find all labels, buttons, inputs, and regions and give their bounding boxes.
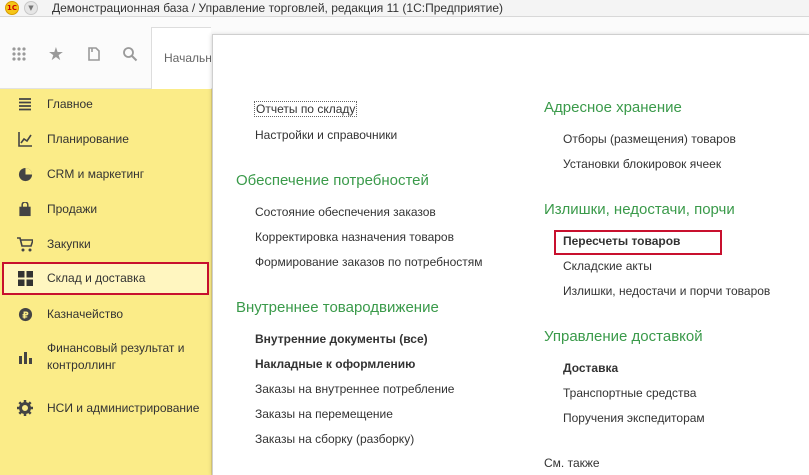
sidebar-item-label: CRM и маркетинг [47, 166, 145, 181]
sidebar-item-label: Закупки [47, 236, 91, 251]
link-surplus-shortage-goods[interactable]: Излишки, недостачи и порчи товаров [563, 284, 770, 298]
shopping-cart-icon [17, 236, 33, 252]
sidebar-item-warehouse[interactable]: Склад и доставка [2, 262, 209, 295]
sidebar-item-label: Продажи [47, 201, 98, 216]
group-title-surplus-shortage: Излишки, недостачи, порчи [544, 201, 735, 218]
link-orders-by-needs[interactable]: Формирование заказов по потребностям [255, 255, 483, 269]
coin-icon: ₽ [17, 306, 33, 322]
planning-chart-icon [17, 131, 33, 147]
group-title-delivery-management: Управление доставкой [544, 328, 703, 345]
link-vehicles[interactable]: Транспортные средства [563, 386, 696, 400]
shopping-bag-icon [17, 201, 33, 217]
sidebar-item-admin[interactable]: НСИ и администрирование [0, 390, 212, 426]
window-titlebar: 1С ▼ Демонстрационная база / Управление … [0, 0, 809, 17]
sidebar-item-label: Главное [47, 96, 93, 111]
favorites-star-icon[interactable]: ★ [44, 42, 68, 66]
sidebar-item-label: Финансовый результат и контроллинг [47, 341, 185, 372]
group-title-supply: Обеспечение потребностей [236, 172, 429, 189]
search-icon[interactable] [118, 42, 142, 66]
sidebar-item-label: Склад и доставка [47, 271, 146, 285]
link-assembly-orders[interactable]: Заказы на сборку (разборку) [255, 432, 414, 446]
app-logo-icon[interactable]: 1С [5, 1, 19, 15]
gear-icon [17, 400, 33, 416]
link-order-supply-status[interactable]: Состояние обеспечения заказов [255, 205, 436, 219]
section-content-panel: Отчеты по складу Настройки и справочники… [212, 34, 809, 475]
sidebar-item-label: Планирование [47, 131, 129, 146]
sidebar-item-treasury[interactable]: ₽ Казначейство [0, 303, 212, 325]
main-menu-dropdown-icon[interactable]: ▼ [24, 1, 38, 15]
sidebar-item-planning[interactable]: Планирование [0, 128, 212, 150]
history-icon[interactable] [82, 42, 106, 66]
link-see-also[interactable]: См. также [544, 456, 600, 470]
link-forwarder-assignments[interactable]: Поручения экспедиторам [563, 411, 705, 425]
menu-lines-icon [17, 96, 33, 112]
apps-grid-icon[interactable] [7, 42, 31, 66]
link-placement-selections[interactable]: Отборы (размещения) товаров [563, 132, 736, 146]
sidebar-item-crm[interactable]: CRM и маркетинг [0, 163, 212, 185]
sidebar-item-label: НСИ и администрирование [47, 400, 200, 415]
sidebar-item-sales[interactable]: Продажи [0, 198, 212, 220]
link-warehouse-acts[interactable]: Складские акты [563, 259, 652, 273]
pie-chart-icon [17, 166, 33, 182]
link-transfer-orders[interactable]: Заказы на перемещение [255, 407, 393, 421]
link-cell-locks[interactable]: Установки блокировок ячеек [563, 157, 721, 171]
warehouse-grid-icon [17, 271, 33, 287]
link-goods-assignment-adjust[interactable]: Корректировка назначения товаров [255, 230, 454, 244]
link-delivery[interactable]: Доставка [563, 361, 618, 375]
sidebar-item-label: Казначейство [47, 306, 124, 321]
link-internal-consumption-orders[interactable]: Заказы на внутреннее потребление [255, 382, 454, 396]
svg-text:₽: ₽ [22, 310, 29, 321]
link-goods-recounts[interactable]: Пересчеты товаров [563, 234, 680, 248]
sections-sidebar: Главное Планирование CRM и маркетинг Про… [0, 89, 212, 475]
sidebar-item-purchases[interactable]: Закупки [0, 233, 212, 255]
link-invoices-to-process[interactable]: Накладные к оформлению [255, 357, 415, 371]
bar-chart-icon [17, 349, 33, 365]
group-title-internal-movement: Внутреннее товародвижение [236, 299, 439, 316]
sidebar-item-finance[interactable]: Финансовый результат и контроллинг [0, 339, 212, 375]
link-warehouse-reports[interactable]: Отчеты по складу [254, 101, 358, 117]
group-title-address-storage: Адресное хранение [544, 99, 682, 116]
window-title: Демонстрационная база / Управление торго… [52, 1, 504, 15]
link-internal-documents[interactable]: Внутренние документы (все) [255, 332, 428, 346]
tab-home-page[interactable]: Начальная страница [151, 27, 211, 89]
link-settings-references[interactable]: Настройки и справочники [255, 128, 397, 142]
sidebar-item-main[interactable]: Главное [0, 93, 212, 115]
